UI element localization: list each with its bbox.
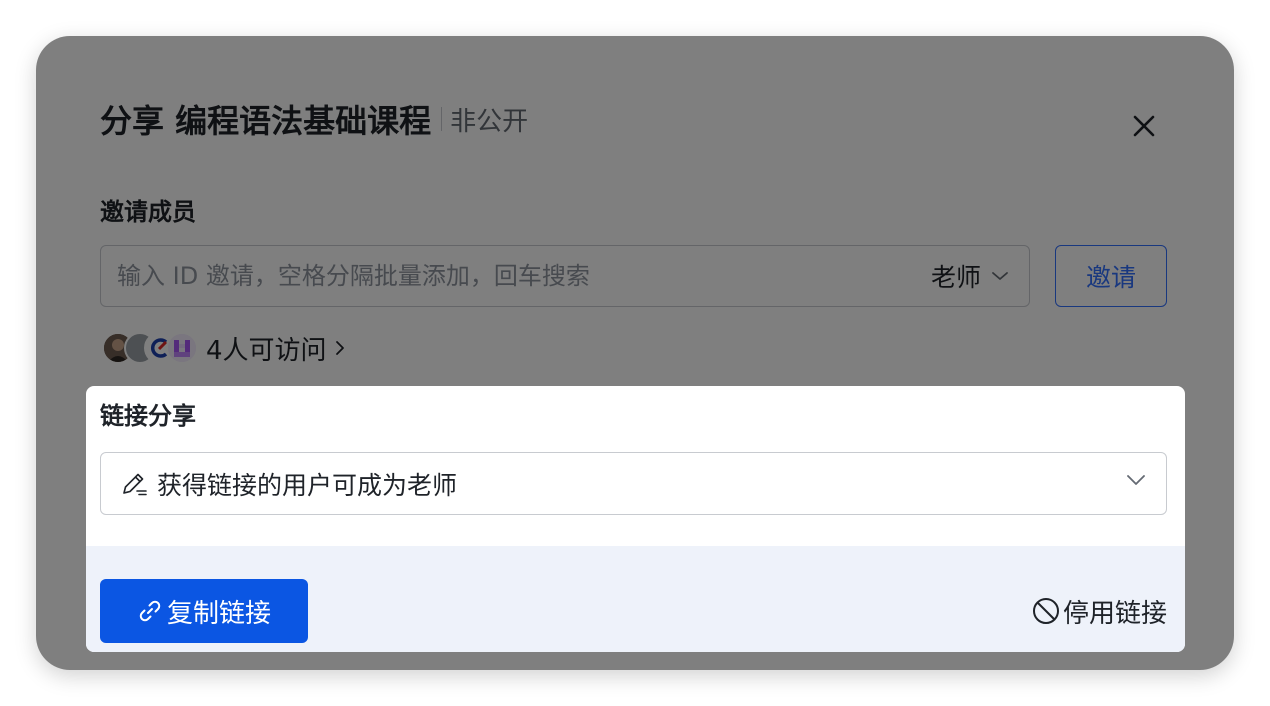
ban-icon — [1031, 596, 1061, 626]
members-count: 4人可访问 — [206, 330, 345, 367]
members-access[interactable]: 4人可访问 — [102, 328, 345, 368]
invite-members-label: 邀请成员 — [100, 198, 196, 226]
link-icon — [137, 598, 163, 624]
chevron-right-icon — [335, 341, 344, 355]
title-divider — [441, 107, 443, 131]
close-button[interactable] — [1126, 108, 1162, 144]
visibility-label: 非公开 — [450, 106, 529, 137]
share-dialog-frame: 分享 编程语法基础课程 非公开 邀请成员 老师 邀请 — [36, 36, 1234, 670]
link-permission-value: 获得链接的用户可成为老师 — [157, 470, 458, 500]
chevron-down-icon — [992, 272, 1008, 280]
link-share-label: 链接分享 — [100, 402, 196, 430]
avatar — [166, 332, 198, 364]
link-share-panel: 链接分享 获得链接的用户可成为老师 复制链接 停用链接 — [86, 386, 1185, 652]
invite-search-input[interactable] — [117, 246, 877, 306]
role-dropdown[interactable]: 老师 — [931, 246, 1009, 306]
disable-link-label: 停用链接 — [1062, 598, 1167, 629]
dialog-title: 分享 编程语法基础课程 — [100, 102, 432, 140]
edit-icon — [119, 469, 149, 499]
chevron-down-icon — [1127, 475, 1145, 485]
invite-button[interactable]: 邀请 — [1055, 245, 1167, 307]
role-dropdown-value: 老师 — [930, 263, 981, 292]
members-count-text: 4人可访问 — [206, 335, 327, 366]
disable-link-button[interactable]: 停用链接 — [1031, 586, 1167, 636]
copy-link-button[interactable]: 复制链接 — [100, 579, 308, 643]
dialog-title-row: 分享 编程语法基础课程 非公开 — [100, 96, 528, 142]
close-icon — [1133, 115, 1155, 137]
link-permission-dropdown[interactable]: 获得链接的用户可成为老师 — [100, 452, 1167, 515]
avatar-stack — [102, 330, 202, 366]
copy-link-label: 复制链接 — [166, 598, 271, 629]
invite-input-box: 老师 — [100, 245, 1030, 307]
